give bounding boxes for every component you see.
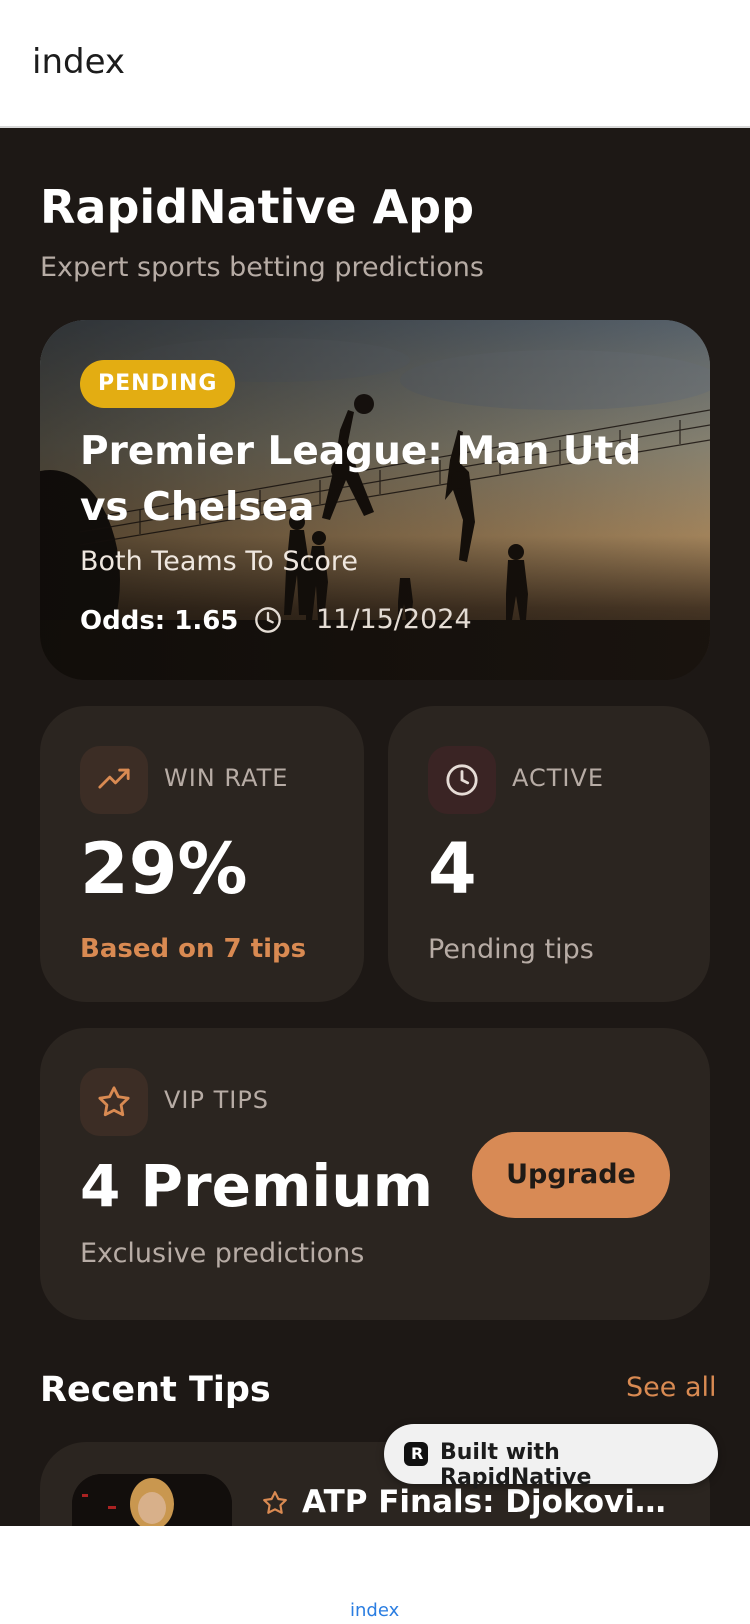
featured-match-title: Premier League: Man Utd vs Chelsea: [80, 429, 642, 530]
active-label: ACTIVE: [512, 764, 605, 792]
featured-market: Both Teams To Score: [80, 546, 358, 577]
vip-tips-card[interactable]: VIP TIPS 4 Premium Exclusive predictions…: [40, 1028, 710, 1320]
app-subtitle: Expert sports betting predictions: [40, 252, 484, 283]
trending-up-icon: [98, 768, 130, 789]
vip-note: Exclusive predictions: [80, 1238, 365, 1269]
main-content[interactable]: RapidNative App Expert sports betting pr…: [0, 128, 750, 1526]
featured-tip-card[interactable]: PENDING Premier League: Man Utd vs Chels…: [40, 320, 710, 680]
app-title: RapidNative App: [40, 180, 475, 234]
bottom-tab-bar: index: [0, 1526, 750, 1624]
built-with-badge[interactable]: R Built with RapidNative: [384, 1424, 718, 1490]
tab-index[interactable]: index: [350, 1600, 399, 1621]
built-with-text: Built with RapidNative: [440, 1440, 592, 1490]
active-card[interactable]: ACTIVE 4 Pending tips: [388, 706, 710, 1002]
win-rate-value: 29%: [80, 828, 248, 910]
active-note: Pending tips: [428, 934, 594, 965]
star-icon: [263, 1491, 287, 1514]
vip-label: VIP TIPS: [164, 1086, 270, 1114]
star-icon: [98, 1086, 130, 1117]
see-all-link[interactable]: See all: [626, 1372, 717, 1403]
win-rate-note: Based on 7 tips: [80, 934, 307, 964]
clock-icon: [446, 764, 478, 796]
win-rate-card[interactable]: WIN RATE 29% Based on 7 tips: [40, 706, 364, 1002]
featured-odds: Odds: 1.65: [80, 606, 239, 636]
active-value: 4: [428, 828, 477, 910]
active-icon-box: [428, 746, 496, 814]
tip-thumbnail-image: [72, 1474, 232, 1526]
featured-date: 11/15/2024: [316, 604, 472, 635]
vip-icon-box: [80, 1068, 148, 1136]
header-title: index: [32, 42, 126, 82]
recent-tips-title: Recent Tips: [40, 1370, 271, 1410]
clock-icon: [255, 607, 281, 633]
top-header: index: [0, 0, 750, 128]
status-badge: PENDING: [80, 360, 236, 408]
vip-value: 4 Premium: [80, 1152, 434, 1220]
upgrade-button[interactable]: Upgrade: [472, 1132, 670, 1218]
win-rate-label: WIN RATE: [164, 764, 289, 792]
rapidnative-logo-icon: R: [404, 1442, 428, 1466]
win-rate-icon-box: [80, 746, 148, 814]
